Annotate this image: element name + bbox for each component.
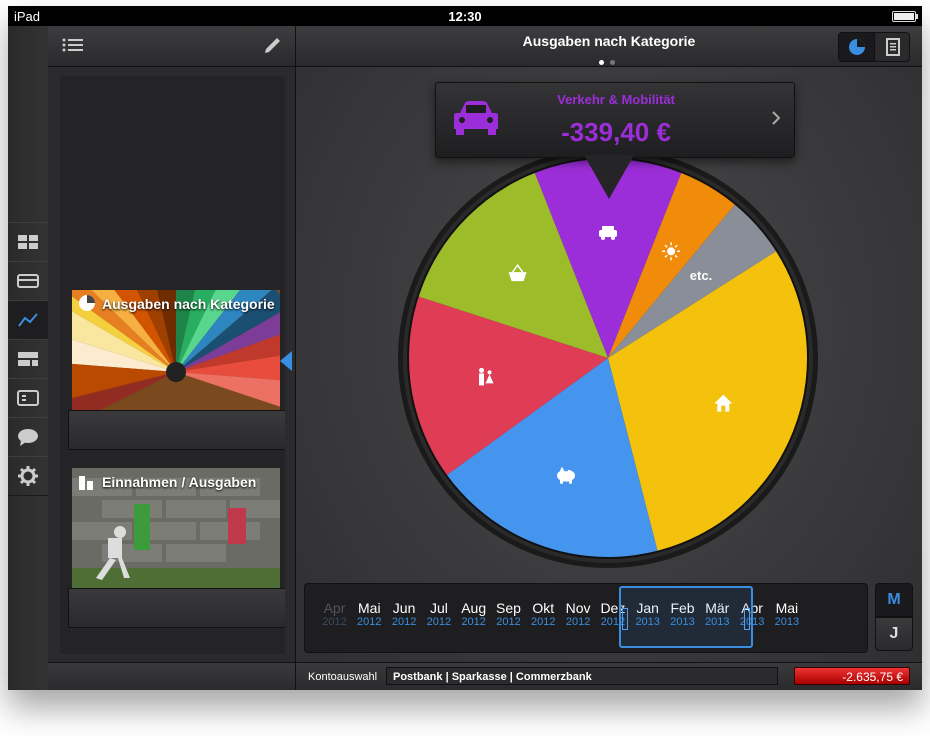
report-sidebar: Ausgaben nach Kategorie Einnahmen / Ausg…: [48, 26, 296, 690]
pie-slice-label: etc.: [690, 268, 712, 283]
timeline-month[interactable]: Jul 2012: [421, 600, 456, 628]
report-card-footer: [68, 410, 285, 450]
account-selection-label: Kontoauswahl: [308, 671, 378, 683]
month-label: Okt: [532, 600, 555, 616]
month-label: Jun: [392, 600, 416, 616]
month-label: Mai: [358, 600, 381, 616]
account-selector[interactable]: Postbank | Sparkasse | Commerzbank: [386, 667, 778, 685]
clock: 12:30: [448, 9, 482, 24]
battery-icon: [892, 11, 918, 22]
messages-rail-button[interactable]: [8, 417, 48, 457]
list-icon[interactable]: [62, 38, 84, 52]
range-handle-left[interactable]: [622, 608, 628, 630]
year-label: 2013: [774, 616, 800, 628]
timeline-month[interactable]: Okt 2012: [526, 600, 561, 628]
year-label: 2012: [391, 616, 417, 628]
report-card-title: Einnahmen / Ausgaben: [102, 474, 257, 490]
settings-rail-button[interactable]: [8, 456, 48, 496]
month-label: Apr: [323, 600, 346, 616]
card-icon: [17, 274, 39, 288]
list-view-button[interactable]: [874, 33, 909, 61]
popover-category: Verkehr & Mobilität: [557, 92, 675, 107]
year-label: 2012: [322, 616, 347, 628]
month-timeline[interactable]: Apr 2012 Mai 2012 Jun 2012 Jul 2012 Aug 2012 Sep 20…: [304, 583, 868, 653]
year-mode-button[interactable]: J: [875, 617, 913, 651]
sidebar-footer: [48, 662, 295, 690]
sidebar-toolbar: [48, 26, 295, 67]
timeline-month[interactable]: Mai 2012: [352, 600, 387, 628]
chevron-right-icon[interactable]: [772, 111, 780, 125]
document-icon: [885, 38, 900, 56]
grid-icon: [18, 235, 38, 249]
month-mode-button[interactable]: M: [875, 583, 913, 617]
selection-arrow-icon: [280, 351, 292, 371]
car-icon: [454, 101, 498, 135]
view-toggle: [838, 32, 910, 62]
contracts-rail-button[interactable]: [8, 378, 48, 418]
category-popover[interactable]: Verkehr & Mobilität -339,40 €: [435, 82, 795, 158]
analysis-rail-button[interactable]: [8, 300, 48, 340]
pencil-icon[interactable]: [262, 36, 282, 56]
balance-badge: -2.635,75 €: [794, 667, 910, 685]
status-bar: iPad 12:30: [8, 6, 922, 26]
layout-icon: [18, 352, 38, 366]
timeline-month[interactable]: Apr 2012: [317, 600, 352, 628]
dashboard-rail-button[interactable]: [8, 222, 48, 262]
account-bar: Kontoauswahl Postbank | Sparkasse | Comm…: [296, 662, 922, 690]
period-mode-toggle: M J: [875, 583, 913, 651]
range-selector[interactable]: [619, 586, 753, 648]
chart-line-icon: [18, 313, 38, 327]
report-view: Ausgaben nach Kategorie etc. Verkehr & M…: [296, 26, 922, 690]
month-label: Nov: [565, 600, 591, 616]
popover-amount: -339,40 €: [561, 117, 671, 147]
list-card-icon: [17, 390, 39, 406]
timeline-month[interactable]: Aug 2012: [456, 600, 491, 628]
timeline-month[interactable]: Mai 2013: [769, 600, 804, 628]
ipad-screen: iPad 12:30 Ausgaben nach Kategorie Einna…: [8, 6, 922, 690]
page-dot: [610, 60, 615, 65]
year-label: 2012: [496, 616, 521, 628]
year-label: 2012: [461, 616, 486, 628]
page-indicator[interactable]: [596, 52, 618, 70]
page-dot-active: [599, 60, 604, 65]
year-label: 2012: [531, 616, 556, 628]
popover-pointer: [584, 155, 634, 199]
timeline-month[interactable]: Jun 2012: [387, 600, 422, 628]
bar-chart-icon: [79, 476, 93, 490]
timeline-month[interactable]: Sep 2012: [491, 600, 526, 628]
month-label: Aug: [461, 600, 487, 616]
year-label: 2012: [565, 616, 591, 628]
pie-chart-icon: [79, 295, 95, 311]
report-card-footer: [68, 588, 285, 628]
gear-icon: [18, 466, 38, 486]
budget-rail-button[interactable]: [8, 339, 48, 379]
page-title: Ausgaben nach Kategorie: [522, 33, 696, 49]
month-label: Sep: [496, 600, 521, 616]
pie-chart-icon: [848, 39, 865, 55]
range-handle-right[interactable]: [744, 608, 750, 630]
month-label: Mai: [775, 600, 799, 616]
timeline-month[interactable]: Nov 2012: [561, 600, 596, 628]
report-list[interactable]: Ausgaben nach Kategorie Einnahmen / Ausg…: [60, 76, 285, 654]
speech-bubble-icon: [18, 429, 38, 446]
section-rail: [8, 26, 48, 690]
pie-slices[interactable]: etc.: [408, 158, 808, 558]
year-label: 2012: [357, 616, 382, 628]
year-label: 2012: [426, 616, 452, 628]
chart-view-button[interactable]: [839, 33, 874, 61]
month-label: Jul: [429, 600, 448, 616]
report-toolbar: Ausgaben nach Kategorie: [296, 26, 922, 67]
accounts-rail-button[interactable]: [8, 261, 48, 301]
category-pie-chart[interactable]: etc.: [396, 146, 820, 570]
report-card-title: Ausgaben nach Kategorie: [102, 296, 275, 312]
